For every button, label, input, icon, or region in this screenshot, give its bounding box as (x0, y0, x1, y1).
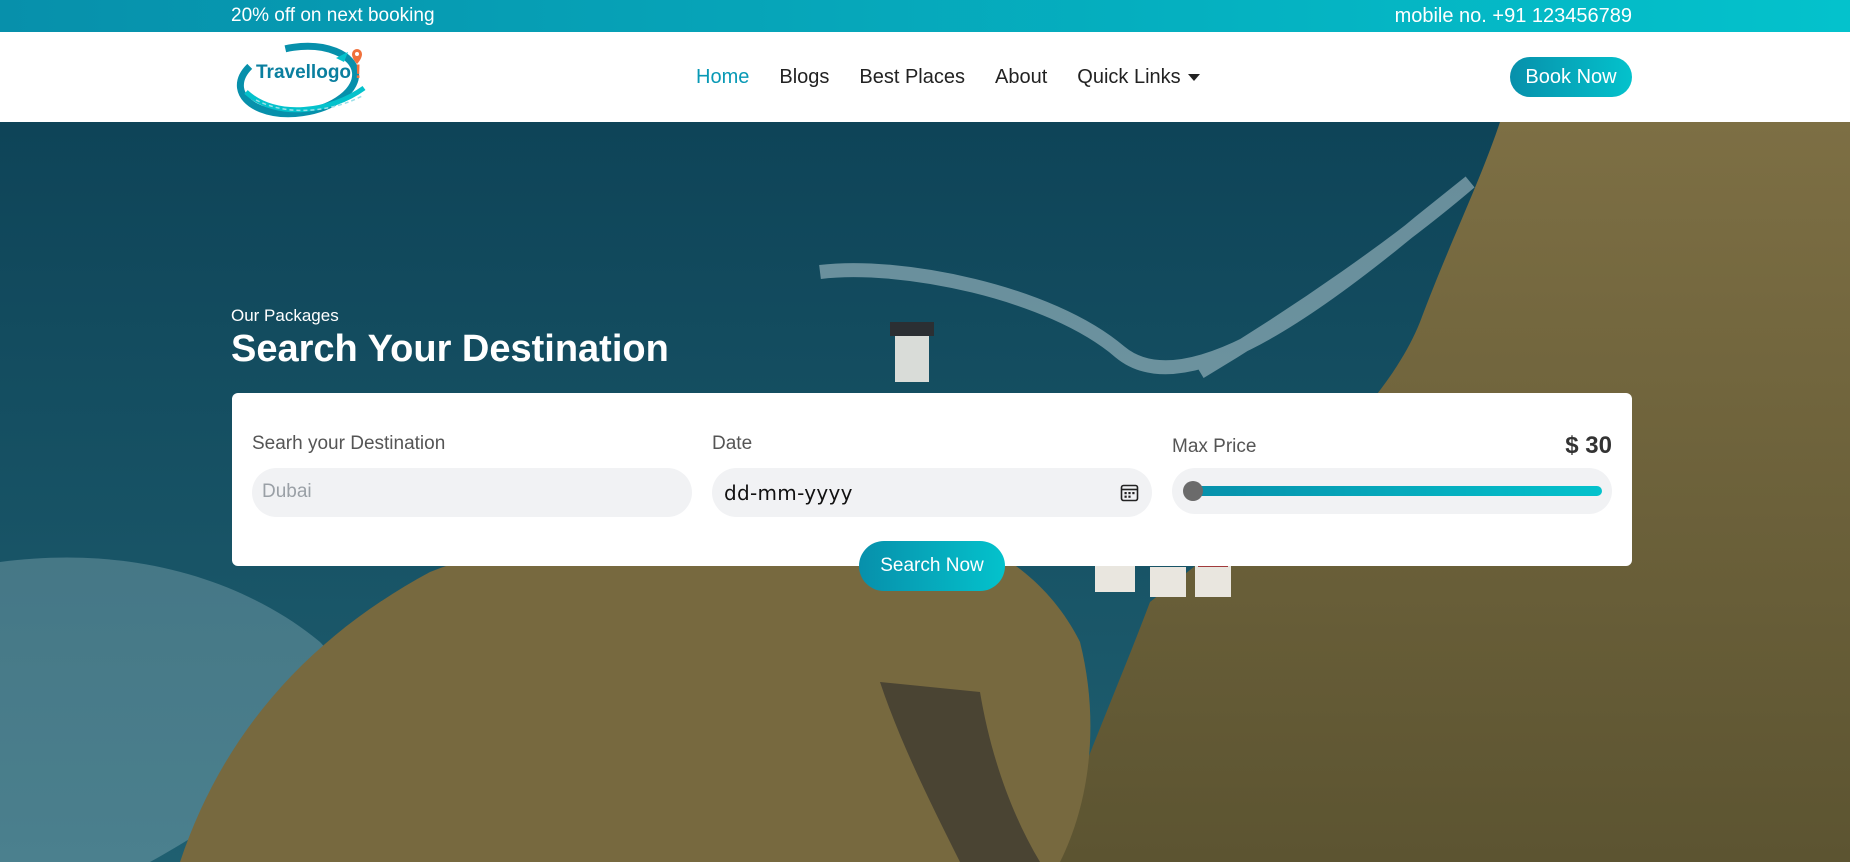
nav-best-places[interactable]: Best Places (859, 66, 965, 89)
destination-input[interactable]: Dubai (252, 468, 692, 517)
date-input[interactable]: dd-mm-yyyy (712, 468, 1152, 517)
nav-quick-links[interactable]: Quick Links (1077, 66, 1200, 89)
promo-text: 20% off on next booking (231, 5, 435, 26)
main-nav: Home Blogs Best Places About Quick Links (696, 66, 1230, 89)
max-price-slider[interactable] (1172, 468, 1612, 514)
destination-label: Searh your Destination (252, 433, 446, 454)
date-label: Date (712, 433, 753, 454)
hero-section: Our Packages Search Your Destination Sea… (0, 122, 1850, 862)
slider-thumb[interactable] (1183, 481, 1203, 501)
hero-title: Search Your Destination (231, 328, 669, 370)
nav-home[interactable]: Home (696, 66, 749, 89)
destination-placeholder: Dubai (262, 481, 312, 502)
calendar-icon[interactable] (1120, 483, 1139, 502)
navbar: Travellogo ! Home Blogs Best Places Abou… (0, 32, 1850, 122)
chevron-down-icon (1187, 74, 1200, 81)
logo-text: Travellogo (256, 62, 351, 83)
logo-graphic: Travellogo ! (236, 42, 366, 118)
date-placeholder: dd-mm-yyyy (724, 481, 853, 505)
promo-bar: 20% off on next booking mobile no. +91 1… (0, 0, 1850, 32)
slider-track[interactable] (1192, 486, 1602, 496)
hero-eyebrow: Our Packages (231, 306, 339, 325)
max-price-label: Max Price (1172, 436, 1257, 457)
nav-about[interactable]: About (995, 66, 1047, 89)
contact-number: mobile no. +91 123456789 (1394, 5, 1632, 27)
book-now-button[interactable]: Book Now (1510, 57, 1632, 97)
brand-logo[interactable]: Travellogo ! (236, 40, 370, 118)
max-price-value: $ 30 (1565, 432, 1612, 459)
nav-blogs[interactable]: Blogs (779, 66, 829, 89)
search-now-button[interactable]: Search Now (859, 541, 1005, 591)
nav-quick-links-label: Quick Links (1077, 66, 1181, 88)
logo-accent: ! (355, 62, 361, 83)
